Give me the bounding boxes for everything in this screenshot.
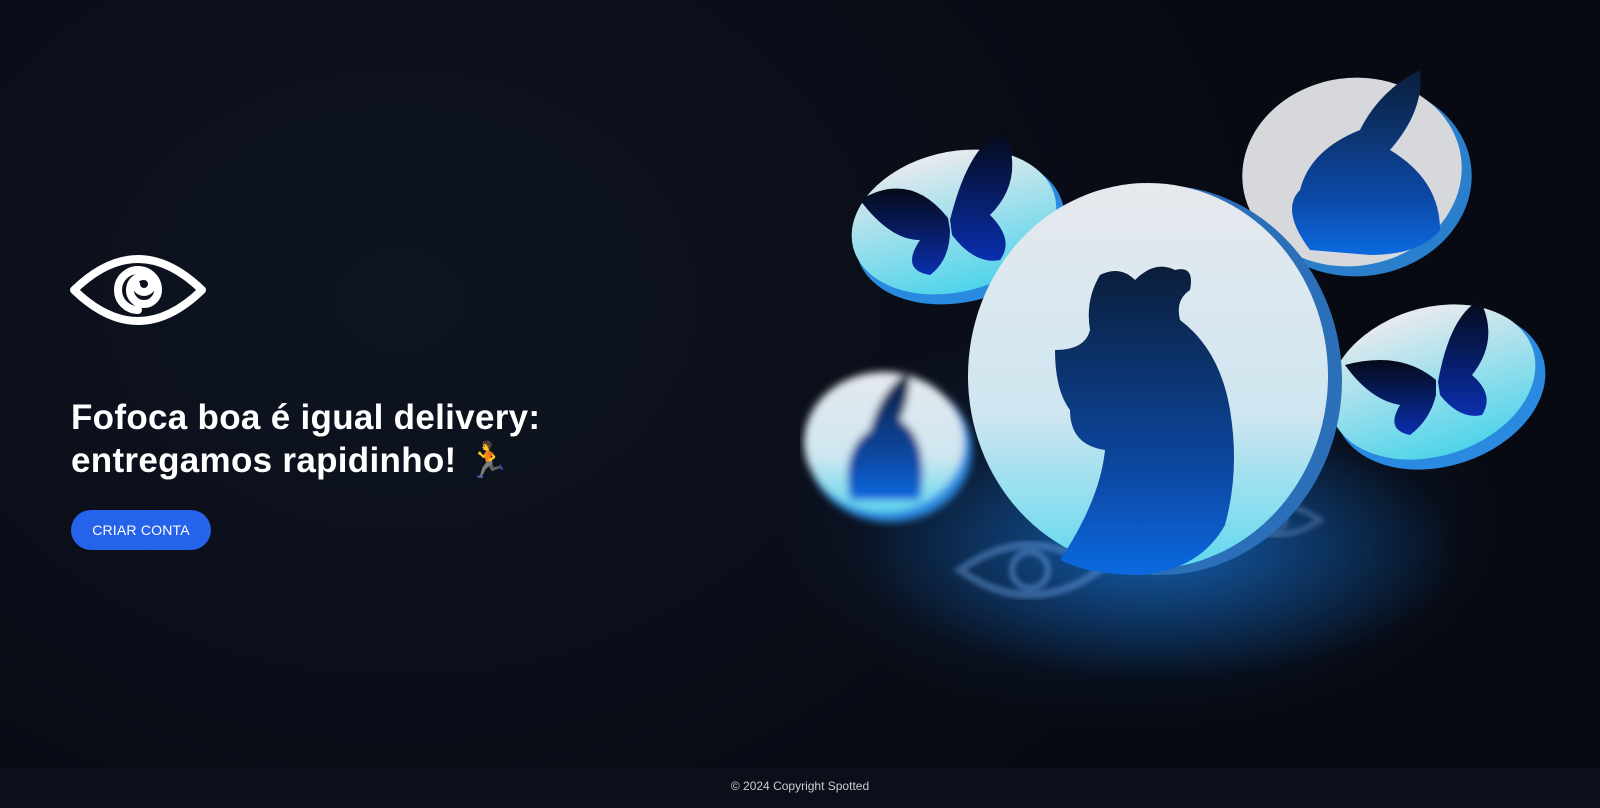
eye-icon [70, 255, 206, 325]
copyright-text: © 2024 Copyright Spotted [730, 779, 870, 793]
rabbit-disc-blurred [804, 370, 972, 522]
headline-line-2: entregamos rapidinho! 🏃 [71, 441, 511, 480]
hero-headline: Fofoca boa é igual delivery: entregamos … [71, 396, 711, 482]
hero-illustration [804, 70, 1546, 680]
create-account-button[interactable]: CRIAR CONTA [71, 510, 211, 550]
footer: © 2024 Copyright Spotted [0, 768, 1600, 808]
hero-section: Fofoca boa é igual delivery: entregamos … [0, 0, 1600, 768]
headline-line-1: Fofoca boa é igual delivery: [71, 398, 541, 437]
